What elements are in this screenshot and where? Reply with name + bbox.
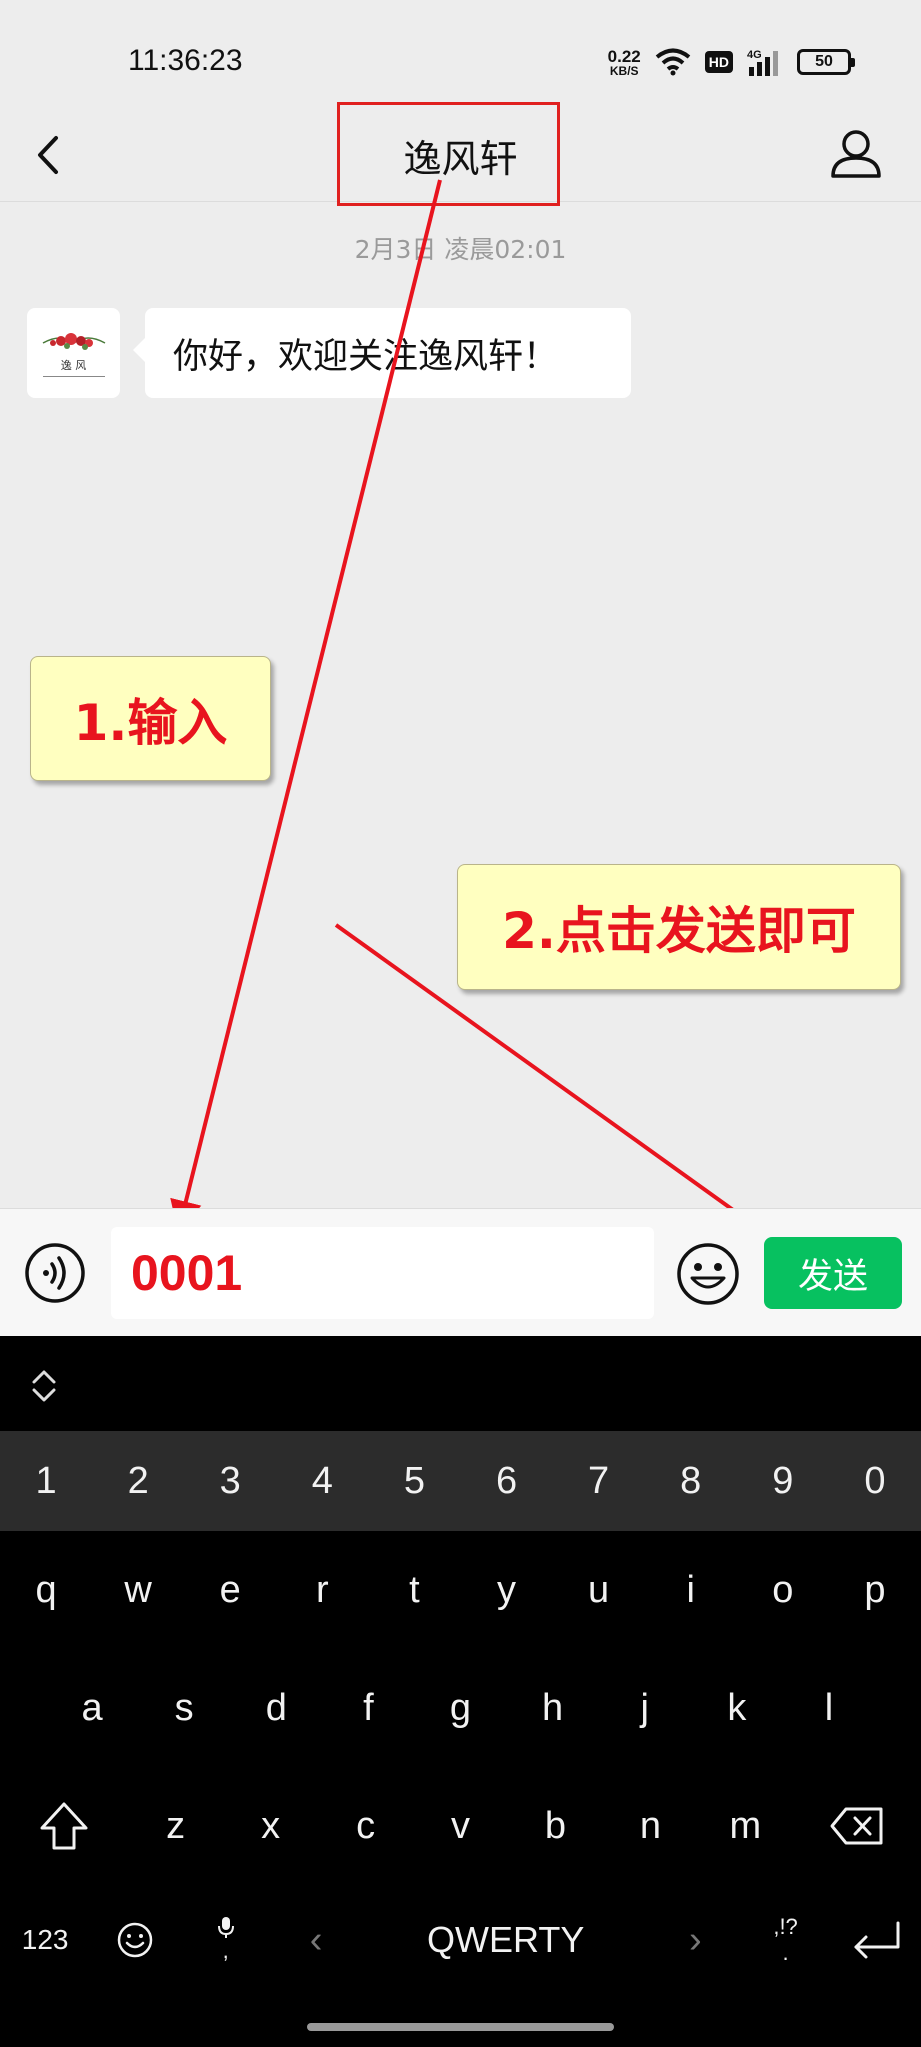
key-f[interactable]: f (322, 1649, 414, 1767)
voice-icon[interactable] (24, 1242, 86, 1304)
title-highlight-box (337, 102, 560, 206)
signal-icon: 4G (747, 49, 778, 76)
battery-level: 50 (815, 53, 833, 70)
key-m[interactable]: m (698, 1767, 793, 1885)
backspace-icon (830, 1807, 883, 1845)
key-2[interactable]: 2 (92, 1431, 184, 1531)
symbols-key[interactable]: 123 (0, 1885, 90, 1995)
network-speed-value: 0.22 (607, 46, 641, 66)
letter-row-3: z x c v b n m (0, 1767, 921, 1885)
message-input[interactable]: 0001 (111, 1227, 654, 1319)
key-c[interactable]: c (318, 1767, 413, 1885)
status-time: 11:36:23 (128, 44, 243, 77)
cursor-left-key[interactable]: ‹ (271, 1885, 361, 1995)
network-speed: 0.22 KB/S (608, 48, 641, 77)
key-y[interactable]: y (460, 1531, 552, 1649)
chevron-right-icon: › (688, 1918, 702, 1961)
flower-logo-icon (42, 333, 105, 350)
key-l[interactable]: l (783, 1649, 875, 1767)
battery-indicator: 50 (797, 49, 855, 75)
message-bubble[interactable]: 你好，欢迎关注逸风轩！ (133, 308, 631, 398)
key-o[interactable]: o (737, 1531, 829, 1649)
status-bar: 11:36:23 0.22 KB/S HD 4G 50 (0, 0, 921, 110)
key-t[interactable]: t (368, 1531, 460, 1649)
key-r[interactable]: r (276, 1531, 368, 1649)
wifi-icon (655, 48, 691, 76)
keyboard: 1 2 3 4 5 6 7 8 9 0 q w e r t y u i o p … (0, 1336, 921, 2047)
key-a[interactable]: a (46, 1649, 138, 1767)
letter-row-2: a s d f g h j k l (0, 1649, 921, 1767)
key-7[interactable]: 7 (553, 1431, 645, 1531)
input-bar: 0001 发送 (0, 1208, 921, 1336)
home-indicator[interactable] (307, 2023, 614, 2031)
cursor-right-key[interactable]: › (650, 1885, 740, 1995)
key-5[interactable]: 5 (368, 1431, 460, 1531)
comma-label: , (222, 1937, 229, 1963)
expand-collapse-icon[interactable] (28, 1366, 60, 1406)
person-icon[interactable] (827, 124, 885, 182)
letter-row-1: q w e r t y u i o p (0, 1531, 921, 1649)
network-speed-unit: KB/S (609, 63, 639, 78)
space-key[interactable]: QWERTY (361, 1885, 650, 1995)
punctuation-key[interactable]: ,!? . (740, 1885, 830, 1995)
key-j[interactable]: j (599, 1649, 691, 1767)
microphone-icon (217, 1916, 234, 1938)
key-3[interactable]: 3 (184, 1431, 276, 1531)
shift-key[interactable] (0, 1767, 128, 1885)
enter-icon (854, 1921, 900, 1959)
key-u[interactable]: u (553, 1531, 645, 1649)
message-timestamp: 2月3日 凌晨02:01 (354, 235, 567, 264)
key-d[interactable]: d (230, 1649, 322, 1767)
key-g[interactable]: g (414, 1649, 506, 1767)
smiley-icon (118, 1922, 153, 1958)
step2-callout: 2.点击发送即可 (457, 864, 901, 990)
step1-label: 1.输入 (73, 693, 228, 752)
backspace-key[interactable] (793, 1767, 921, 1885)
comma-voice-key[interactable]: , (181, 1885, 271, 1995)
key-z[interactable]: z (128, 1767, 223, 1885)
key-n[interactable]: n (603, 1767, 698, 1885)
key-8[interactable]: 8 (645, 1431, 737, 1531)
punctuation-label: ,!? (773, 1913, 798, 1939)
chat-header: 逸风轩 (0, 102, 921, 206)
shift-icon (40, 1802, 88, 1850)
key-9[interactable]: 9 (737, 1431, 829, 1531)
avatar[interactable]: 逸 风 (27, 308, 120, 398)
bottom-row: 123 , ‹ QWERTY › ,!? . (0, 1885, 921, 1995)
avatar-text: 逸 风 (60, 359, 87, 372)
key-x[interactable]: x (223, 1767, 318, 1885)
send-button[interactable]: 发送 (764, 1237, 902, 1309)
key-w[interactable]: w (92, 1531, 184, 1649)
key-i[interactable]: i (645, 1531, 737, 1649)
key-h[interactable]: h (507, 1649, 599, 1767)
emoji-icon[interactable] (676, 1242, 740, 1306)
enter-key[interactable] (831, 1885, 921, 1995)
key-1[interactable]: 1 (0, 1431, 92, 1531)
key-6[interactable]: 6 (460, 1431, 552, 1531)
number-row: 1 2 3 4 5 6 7 8 9 0 (0, 1431, 921, 1531)
key-p[interactable]: p (829, 1531, 921, 1649)
chevron-left-icon: ‹ (309, 1918, 323, 1961)
key-b[interactable]: b (508, 1767, 603, 1885)
key-q[interactable]: q (0, 1531, 92, 1649)
step1-callout: 1.输入 (30, 656, 271, 781)
keyboard-toolbar (0, 1336, 921, 1431)
key-s[interactable]: s (138, 1649, 230, 1767)
period-label: . (782, 1940, 789, 1965)
key-e[interactable]: e (184, 1531, 276, 1649)
key-v[interactable]: v (413, 1767, 508, 1885)
step2-label: 2.点击发送即可 (502, 902, 856, 960)
signal-label: 4G (747, 49, 762, 61)
key-0[interactable]: 0 (829, 1431, 921, 1531)
message-text: 你好，欢迎关注逸风轩！ (173, 336, 559, 377)
status-icons: 0.22 KB/S HD 4G 50 (608, 44, 855, 80)
hd-badge: HD (704, 51, 733, 73)
key-4[interactable]: 4 (276, 1431, 368, 1531)
avatar-divider (42, 376, 105, 377)
key-k[interactable]: k (691, 1649, 783, 1767)
emoji-key[interactable] (90, 1885, 180, 1995)
